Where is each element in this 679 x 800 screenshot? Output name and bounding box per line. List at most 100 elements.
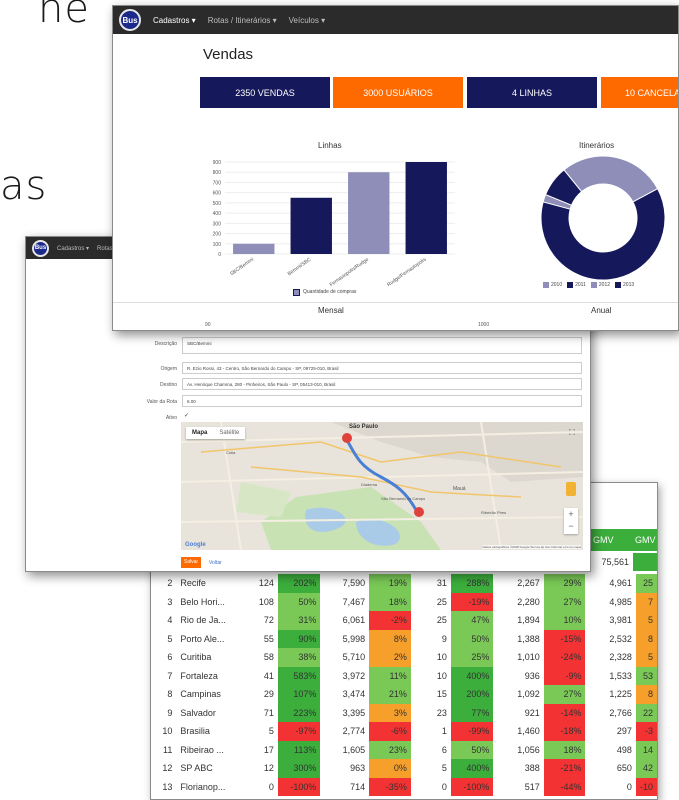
back-link[interactable]: Voltar: [209, 560, 222, 566]
cell-p4: -9%: [543, 666, 586, 685]
cell-p5: 5: [635, 611, 657, 630]
cell-c2: 5,710: [342, 652, 366, 663]
row1-gmv: 75,561: [601, 557, 629, 567]
cell-p5: 25: [635, 574, 657, 593]
cell-c2: 7,590: [342, 578, 366, 589]
cell-c5: 0: [626, 781, 632, 792]
cell-p5: 53: [635, 666, 657, 685]
cell-c1: 17: [263, 744, 274, 755]
cell-c5: 4,985: [609, 596, 632, 607]
cell-c3: 10: [436, 652, 447, 663]
cell-c1: 55: [263, 633, 274, 644]
origem-input[interactable]: R. Ezio Rossi, 43 - Centro, São Bernardo…: [182, 362, 582, 374]
x-category-label: SBC/Bemmi: [229, 257, 255, 278]
nav-rotas-itinerarios[interactable]: Rotas / Itinerários ▾: [208, 16, 277, 25]
cell-p4: 27%: [543, 685, 586, 704]
cell-p1: 583%: [277, 666, 321, 685]
form-brand-logo[interactable]: Bus: [32, 239, 49, 257]
destino-input[interactable]: Av. Henrique Chamma, 280 - Pinheiros, Sã…: [182, 378, 582, 390]
cell-c5: 2,328: [609, 652, 632, 663]
donut-legend-item: 2012: [590, 282, 611, 288]
zoom-controls[interactable]: + −: [564, 508, 578, 534]
cell-p2: -35%: [369, 777, 411, 796]
table-row: 12 SP ABC 12 300% 963 0% 5 400% 388 -21% 650 42: [155, 759, 657, 778]
table-row: 2 Recife 124 202% 7,590 19% 31 288% 2,267 29% 4,96…: [155, 574, 657, 593]
table-row: 8 Campinas 29 107% 3,474 21% 15 200% 1,092 27% 1,2…: [155, 685, 657, 704]
valor-input[interactable]: 6.00: [182, 395, 582, 407]
cell-c5: 498: [616, 744, 632, 755]
cell-c2: 7,467: [342, 596, 366, 607]
cell-rank: 8: [167, 689, 173, 700]
map-label-diadema: Diadema: [361, 482, 378, 487]
cell-p5: -3: [635, 722, 657, 741]
cell-c1: 124: [258, 578, 274, 589]
cell-city: Florianop...: [180, 781, 226, 792]
dashboard-brand-logo[interactable]: Bus: [119, 9, 141, 31]
legend-swatch: [543, 282, 549, 288]
cell-p2: -2%: [369, 611, 411, 630]
form-nav-cadastros[interactable]: Cadastros ▾: [57, 245, 89, 252]
cell-c1: 29: [263, 689, 274, 700]
cell-p4: -21%: [543, 759, 586, 778]
field-label-descricao: Descrição: [154, 341, 177, 347]
cell-rank: 12: [162, 763, 173, 774]
cell-c1: 5: [268, 726, 274, 737]
nav-cadastros[interactable]: Cadastros ▾: [153, 16, 196, 25]
cell-p3: 25%: [450, 648, 494, 667]
cell-c2: 714: [350, 781, 366, 792]
table-row: 13 Florianop... 0 -100% 714 -35% 0 -100% 517 -44%…: [155, 777, 657, 796]
x-category-label: Fernastopolis/Rudge: [329, 257, 370, 289]
bar-chart-title: Linhas: [318, 141, 342, 150]
cell-c2: 1,605: [342, 744, 366, 755]
legend-label: 2012: [598, 282, 611, 288]
kpi-linhas: 4 LINHAS: [467, 77, 597, 108]
cell-p5: 5: [635, 648, 657, 667]
donut-legend-item: 2013: [615, 282, 634, 288]
cell-c2: 3,474: [342, 689, 366, 700]
cell-p4: -18%: [543, 722, 586, 741]
annual-chart-title: Anual: [591, 306, 612, 315]
cell-p4: 10%: [543, 611, 586, 630]
map-tab-mapa[interactable]: Mapa: [186, 427, 213, 439]
cell-c4: 1,894: [517, 615, 540, 626]
slide-text-middle: as: [0, 163, 48, 209]
cell-city: SP ABC: [180, 763, 213, 774]
fullscreen-icon[interactable]: ⛶: [569, 428, 575, 438]
cell-p2: 18%: [369, 592, 411, 611]
cell-c5: 1,225: [609, 689, 632, 700]
cell-rank: 3: [167, 596, 173, 607]
descricao-input[interactable]: SBC/Bemmi: [182, 337, 582, 354]
cell-p3: 400%: [450, 759, 494, 778]
cell-c1: 108: [258, 596, 274, 607]
bar-legend-label: Quantidade de compras: [303, 289, 357, 295]
nav-veiculos[interactable]: Veículos ▾: [289, 16, 325, 25]
donut-legend: 2010 2011 2012 2013: [543, 282, 634, 288]
cell-p1: 31%: [277, 611, 321, 630]
cell-p2: 0%: [369, 759, 411, 778]
cell-city: Recife: [180, 578, 206, 589]
route-map[interactable]: Mapa Satélite São Paulo Mauá São Bernard…: [181, 422, 583, 550]
cell-c1: 71: [263, 707, 274, 718]
ativo-checkbox[interactable]: ✓: [184, 412, 189, 419]
map-canvas: [181, 422, 583, 550]
cell-c3: 6: [441, 744, 447, 755]
cell-c4: 2,267: [517, 578, 540, 589]
cell-p5: -10: [635, 777, 657, 796]
kpi-vendas: 2350 VENDAS: [200, 77, 330, 108]
cell-c3: 31: [436, 578, 447, 589]
cell-p1: 107%: [277, 685, 321, 704]
cell-city: Porto Ale...: [180, 633, 225, 644]
cell-c1: 0: [268, 781, 274, 792]
cell-c4: 2,280: [517, 596, 540, 607]
cell-c1: 58: [263, 652, 274, 663]
cell-rank: 5: [167, 633, 173, 644]
cell-c4: 921: [524, 707, 540, 718]
legend-label: 2013: [623, 282, 635, 288]
cell-c4: 1,092: [517, 689, 540, 700]
cell-p5: 8: [635, 685, 657, 704]
map-tab-satelite[interactable]: Satélite: [213, 427, 245, 439]
cell-p1: 202%: [277, 574, 321, 593]
save-button[interactable]: Salvar: [181, 557, 201, 568]
cell-city: Belo Hori...: [180, 596, 225, 607]
cell-c1: 41: [263, 670, 274, 681]
